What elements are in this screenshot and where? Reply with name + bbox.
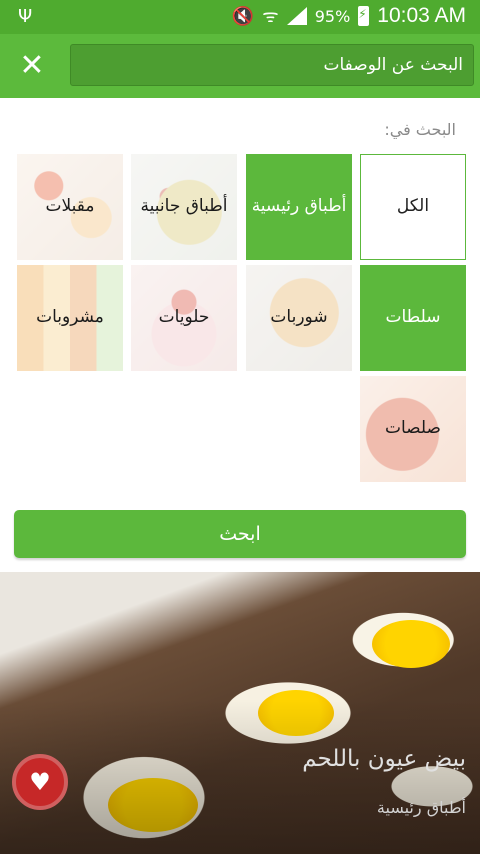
mute-icon: 🔇 bbox=[231, 5, 255, 27]
recipe-title: بيض عيون باللحم bbox=[302, 746, 466, 772]
category-label: مقبلات bbox=[45, 196, 95, 217]
category-tile-sauces[interactable]: صلصات bbox=[360, 376, 466, 482]
category-label: سلطات bbox=[385, 307, 441, 328]
search-input-value: البحث عن الوصفات bbox=[323, 55, 464, 75]
category-tile-soups[interactable]: شوربات bbox=[246, 265, 352, 371]
battery-percent: 95% bbox=[314, 6, 351, 26]
search-button[interactable]: ابحث bbox=[14, 510, 466, 558]
category-label: صلصات bbox=[385, 418, 441, 439]
category-label: حلويات bbox=[158, 307, 210, 328]
category-tile-appetizers[interactable]: مقبلات bbox=[17, 154, 123, 260]
category-tile-salads[interactable]: سلطات bbox=[360, 265, 466, 371]
category-tile-main-dishes[interactable]: أطباق رئيسية bbox=[246, 154, 352, 260]
status-bar: Ψ 🔇 ᯤ 95% 10:03 AM bbox=[0, 0, 480, 34]
category-tile-drinks[interactable]: مشروبات bbox=[17, 265, 123, 371]
category-label: أطباق جانبية bbox=[140, 196, 228, 217]
category-label: مشروبات bbox=[36, 307, 104, 328]
category-label: شوربات bbox=[270, 307, 328, 328]
heart-icon[interactable]: ♥ bbox=[12, 754, 68, 810]
status-icons: 🔇 ᯤ 95% 10:03 AM bbox=[232, 4, 466, 28]
category-label: أطباق رئيسية bbox=[251, 196, 347, 217]
battery-icon bbox=[358, 6, 370, 26]
search-button-label: ابحث bbox=[219, 523, 261, 545]
signal-icon bbox=[286, 7, 307, 25]
search-input[interactable]: البحث عن الوصفات bbox=[70, 44, 474, 86]
usb-icon: Ψ bbox=[18, 6, 33, 27]
category-tile-desserts[interactable]: حلويات bbox=[131, 265, 237, 371]
category-label: الكل bbox=[396, 196, 430, 217]
wifi-icon: ᯤ bbox=[262, 6, 279, 27]
recipe-category: أطباق رئيسية bbox=[376, 798, 466, 817]
close-icon[interactable]: ✕ bbox=[14, 48, 50, 84]
category-tile-side-dishes[interactable]: أطباق جانبية bbox=[131, 154, 237, 260]
category-tile-all[interactable]: الكل bbox=[360, 154, 466, 260]
toolbar: ✕ البحث عن الوصفات bbox=[0, 34, 480, 98]
search-in-label: البحث في: bbox=[384, 120, 456, 139]
clock: 10:03 AM bbox=[377, 4, 466, 27]
recipe-card[interactable]: بيض عيون باللحم أطباق رئيسية ♥ bbox=[0, 572, 480, 854]
